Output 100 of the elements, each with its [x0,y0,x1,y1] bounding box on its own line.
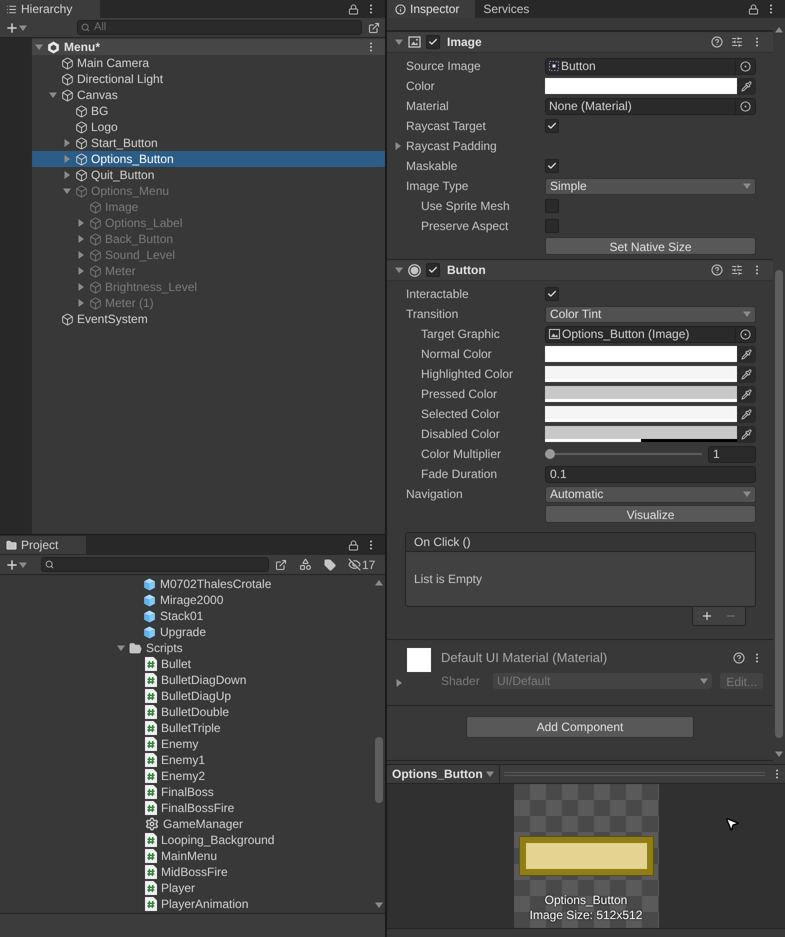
inspector-tab[interactable]: Inspector [387,0,476,18]
property-label[interactable]: Raycast Padding [406,137,497,155]
help-icon[interactable] [711,264,723,276]
search-field[interactable] [41,557,269,572]
scrollbar-thumb[interactable] [775,270,783,738]
project-item[interactable]: GameManager [0,816,373,832]
presets-icon[interactable] [731,264,743,276]
label-icon[interactable] [324,558,336,570]
project-item[interactable]: Enemy [0,736,373,752]
project-item[interactable]: BulletTriple [0,720,373,736]
eyedropper-icon[interactable] [741,368,752,380]
object-picker-icon[interactable] [740,60,751,72]
slider-thumb[interactable] [545,449,555,459]
project-item[interactable]: Looping_Background [0,832,373,848]
lock-icon[interactable] [348,540,359,550]
inspector-button[interactable]: Set Native Size [545,237,756,255]
hierarchy-item[interactable]: Logo [32,119,385,135]
caret-icon[interactable] [743,182,751,190]
project-item[interactable]: Mirage2000 [0,592,373,608]
project-item[interactable]: Enemy1 [0,752,373,768]
dropdown[interactable]: Automatic [545,486,756,502]
inspector-tab[interactable]: Services [475,0,538,18]
filter-type-icon[interactable] [299,558,312,571]
add-component-button[interactable]: Add Component [466,716,694,738]
lock-icon[interactable] [348,4,359,14]
scrollbar-thumb[interactable] [375,737,383,803]
value-field[interactable]: 0.1 [545,466,756,482]
component-header[interactable]: Button [387,260,773,281]
color-swatch[interactable] [545,78,737,94]
hierarchy-item[interactable]: BG [32,103,385,119]
project-item[interactable]: M0702ThalesCrotale [0,576,373,592]
scene-search-icon[interactable] [368,22,380,34]
eyedropper-icon[interactable] [741,80,752,92]
color-swatch[interactable] [545,406,737,422]
help-icon[interactable] [733,652,745,664]
add-button[interactable] [5,558,27,572]
object-field[interactable]: None (Material) [545,98,756,114]
enable-checkbox[interactable] [426,35,440,49]
add-icon[interactable] [701,610,713,622]
caret-icon[interactable] [700,676,708,684]
help-icon[interactable] [711,36,723,48]
checkbox[interactable] [545,119,559,133]
color-swatch[interactable] [545,426,737,442]
foldout-arrow-icon[interactable] [394,142,402,150]
folder-item[interactable]: Scripts [0,640,373,656]
hierarchy-item[interactable]: Canvas [32,87,385,103]
project-item[interactable]: MidBossFire [0,864,373,880]
hierarchy-item[interactable]: EventSystem [32,311,385,327]
eyedropper-icon[interactable] [741,388,752,400]
expand-arrow-icon[interactable] [35,43,43,51]
expand-arrow-icon[interactable] [117,644,125,652]
scroll-up-icon[interactable] [375,579,383,587]
hierarchy-item[interactable]: Quit_Button [32,167,385,183]
project-item[interactable]: MainMenu [0,848,373,864]
caret-icon[interactable] [743,490,751,498]
component-header[interactable]: Image [387,32,773,53]
checkbox[interactable] [545,159,559,173]
hierarchy-item[interactable]: Directional Light [32,71,385,87]
project-item[interactable]: Upgrade [0,624,373,640]
caret-icon[interactable] [19,24,27,32]
object-field[interactable]: Options_Button (Image) [545,326,756,342]
eyedropper-icon[interactable] [741,348,752,360]
project-item[interactable]: BulletDiagUp [0,688,373,704]
dropdown[interactable]: Simple [545,178,756,194]
presets-icon[interactable] [731,36,743,48]
eyedropper-icon[interactable] [741,428,752,440]
project-item[interactable]: Stack01 [0,608,373,624]
lock-icon[interactable] [748,4,759,14]
project-item[interactable]: BulletDiagDown [0,672,373,688]
project-item[interactable]: Bullet [0,656,373,672]
panel-tab[interactable]: Project [0,536,86,554]
project-item[interactable]: Player [0,880,373,896]
expand-arrow-icon[interactable] [63,139,71,147]
slider-track[interactable] [545,449,702,459]
scroll-down-icon[interactable] [775,750,783,758]
object-picker-icon[interactable] [740,100,751,112]
enable-checkbox[interactable] [426,263,440,277]
checkbox[interactable] [545,287,559,301]
search-scope-icon[interactable] [275,558,287,570]
expand-arrow-icon[interactable] [49,91,57,99]
object-field[interactable]: Button [545,58,756,74]
search-field[interactable]: All [77,20,362,35]
project-item[interactable]: FinalBoss [0,784,373,800]
panel-tab[interactable]: Hierarchy [0,0,100,18]
project-item[interactable]: Enemy2 [0,768,373,784]
color-swatch[interactable] [545,346,737,362]
scene-header[interactable]: Menu* [32,39,385,55]
caret-icon[interactable] [19,560,27,568]
hierarchy-item[interactable]: Options_Button [32,151,385,167]
scroll-up-icon[interactable] [775,26,783,34]
caret-icon[interactable] [743,310,751,318]
hierarchy-item[interactable]: Main Camera [32,55,385,71]
caret-icon[interactable] [486,770,494,778]
color-swatch[interactable] [545,366,737,382]
project-item[interactable]: BulletDouble [0,704,373,720]
hierarchy-item[interactable]: Start_Button [32,135,385,151]
object-picker-icon[interactable] [740,328,751,340]
expand-arrow-icon[interactable] [395,679,403,687]
project-item[interactable]: PlayerAnimation [0,896,373,912]
expand-arrow-icon[interactable] [63,171,71,179]
